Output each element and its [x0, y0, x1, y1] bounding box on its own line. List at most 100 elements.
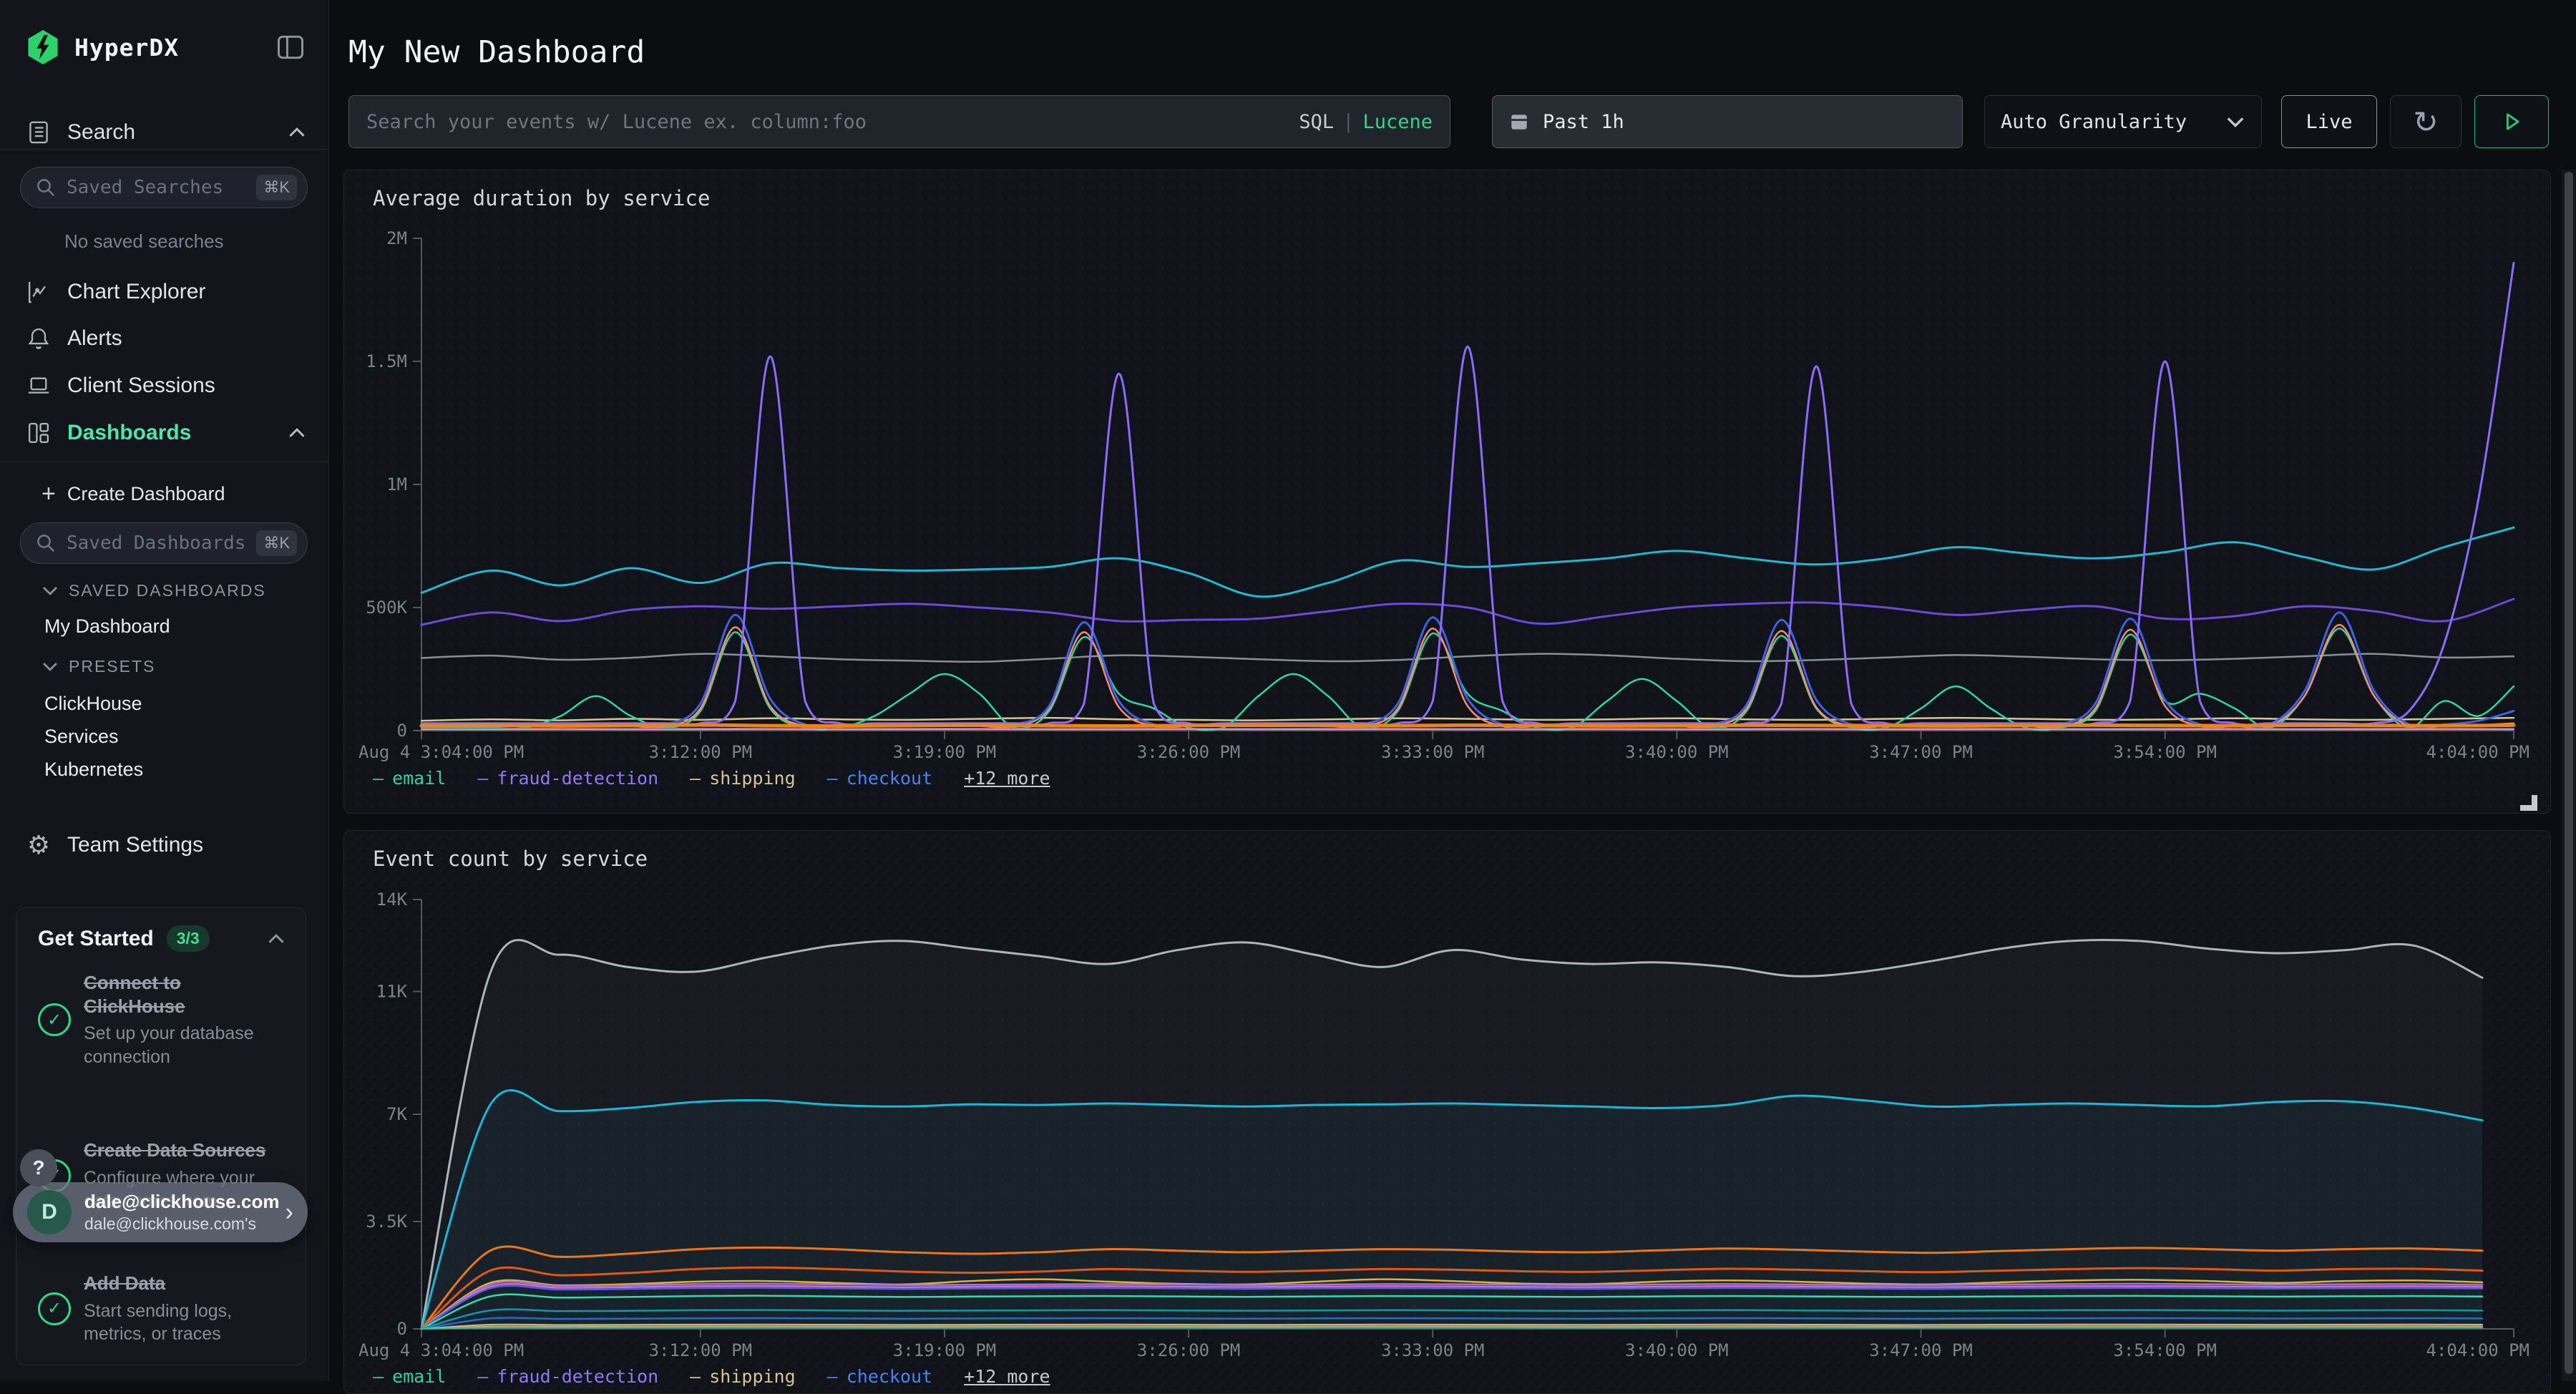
svg-text:4:04:00 PM: 4:04:00 PM — [2426, 1340, 2530, 1360]
section-label: PRESETS — [69, 657, 155, 676]
granularity-select[interactable]: Auto Granularity — [1984, 95, 2262, 148]
legend-label: shipping — [709, 1366, 795, 1387]
sidebar-item-chart-explorer[interactable]: Chart Explorer — [26, 276, 306, 308]
saved-dashboards-input[interactable] — [67, 532, 256, 554]
filter-bar: SQL | Lucene Past 1h Auto Granularity Li… — [329, 95, 2576, 148]
svg-text:500K: 500K — [366, 598, 407, 618]
chart-panel-avg-duration[interactable]: Average duration by service 0500K1M1.5M2… — [343, 170, 2551, 814]
svg-text:3:33:00 PM: 3:33:00 PM — [1381, 1340, 1484, 1360]
calendar-icon — [1508, 111, 1530, 132]
legend-item[interactable]: — email — [373, 768, 446, 789]
svg-text:3:19:00 PM: 3:19:00 PM — [893, 742, 997, 762]
sidebar-item-alerts[interactable]: Alerts — [26, 322, 306, 355]
mode-separator: | — [1342, 111, 1354, 133]
create-dashboard-button[interactable]: + Create Dashboard — [42, 478, 225, 510]
sidebar: HyperDX Search ⌘K No saved searches Char… — [0, 0, 329, 1381]
legend-item[interactable]: — shipping — [690, 1366, 795, 1387]
event-search-input[interactable] — [366, 111, 1299, 133]
legend-item[interactable]: —shipping — [690, 768, 795, 789]
legend-item[interactable]: —checkout — [827, 768, 932, 789]
saved-searches-search[interactable]: ⌘K — [20, 167, 308, 208]
svg-text:1M: 1M — [386, 474, 407, 494]
svg-text:3:40:00 PM: 3:40:00 PM — [1625, 742, 1729, 762]
svg-text:1.5M: 1.5M — [366, 351, 407, 371]
legend-item[interactable]: —checkout — [827, 1366, 932, 1387]
chart-title: Event count by service — [373, 847, 648, 871]
saved-searches-input[interactable] — [67, 177, 256, 198]
chevron-up-icon[interactable] — [288, 427, 306, 439]
get-started-panel: Get Started 3/3 ✓ Connect to ClickHouse … — [16, 907, 306, 1365]
step-title: Create Data Sources — [84, 1139, 270, 1162]
divider — [0, 149, 329, 150]
svg-text:3:26:00 PM: 3:26:00 PM — [1137, 1340, 1241, 1360]
preset-kubernetes[interactable]: Kubernetes — [44, 759, 143, 781]
chevron-down-icon — [2225, 116, 2245, 128]
app-title: HyperDX — [74, 34, 179, 62]
chart-title: Average duration by service — [373, 186, 710, 210]
chevron-up-icon[interactable] — [267, 933, 286, 945]
chevron-up-icon[interactable] — [288, 127, 306, 138]
svg-text:Aug 4 3:04:00 PM: Aug 4 3:04:00 PM — [358, 1340, 524, 1360]
lucene-mode-toggle[interactable]: Lucene — [1362, 111, 1433, 133]
search-panel-icon — [26, 120, 52, 145]
get-started-step-connect[interactable]: ✓ Connect to ClickHouse Set up your data… — [38, 971, 288, 1068]
legend-label: checkout — [847, 1366, 932, 1387]
sidebar-item-label: Alerts — [67, 326, 122, 351]
scrollbar-thumb[interactable] — [2565, 172, 2573, 1374]
main-content: My New Dashboard SQL | Lucene Past 1h Au… — [329, 0, 2576, 1381]
legend-swatch: — — [690, 1366, 701, 1387]
help-button[interactable]: ? — [20, 1149, 57, 1186]
svg-text:11K: 11K — [376, 982, 408, 1002]
run-query-button[interactable] — [2474, 95, 2549, 148]
legend-swatch: — — [373, 1366, 384, 1387]
svg-text:3:33:00 PM: 3:33:00 PM — [1381, 742, 1484, 762]
section-label: SAVED DASHBOARDS — [69, 581, 266, 600]
svg-text:3:54:00 PM: 3:54:00 PM — [2113, 742, 2217, 762]
get-started-step-add-data[interactable]: ✓ Add Data Start sending logs, metrics, … — [38, 1272, 288, 1346]
user-account-chip[interactable]: D dale@clickhouse.com dale@clickhouse.co… — [13, 1182, 308, 1242]
sidebar-collapse-icon[interactable] — [275, 31, 306, 63]
legend-more-link[interactable]: +12 more — [964, 1366, 1050, 1387]
sql-mode-toggle[interactable]: SQL — [1299, 111, 1334, 133]
svg-text:3:40:00 PM: 3:40:00 PM — [1625, 1340, 1729, 1360]
panel-resize-handle[interactable] — [2520, 795, 2537, 811]
svg-text:0: 0 — [397, 721, 407, 741]
legend-swatch: — — [690, 768, 701, 789]
chart-explorer-icon — [26, 279, 52, 305]
search-icon — [35, 532, 57, 554]
sidebar-item-client-sessions[interactable]: Client Sessions — [26, 369, 306, 402]
legend-more-link[interactable]: +12 more — [964, 768, 1050, 789]
preset-services[interactable]: Services — [44, 726, 119, 748]
svg-text:0: 0 — [397, 1319, 407, 1339]
section-saved-dashboards[interactable]: SAVED DASHBOARDS — [42, 581, 266, 600]
logo-row: HyperDX — [26, 27, 306, 67]
chart-legend: —email—fraud-detection—shipping—checkout… — [373, 1366, 1050, 1387]
chart-event-count: 03.5K7K11K14KAug 4 3:04:00 PM3:12:00 PM3… — [358, 882, 2534, 1383]
preset-clickhouse[interactable]: ClickHouse — [44, 693, 142, 715]
chevron-down-icon — [42, 585, 59, 596]
chart-panel-event-count[interactable]: Event count by service 03.5K7K11K14KAug … — [343, 830, 2551, 1394]
legend-item[interactable]: —email — [373, 1366, 446, 1387]
sidebar-item-dashboards[interactable]: Dashboards — [26, 416, 306, 449]
live-button[interactable]: Live — [2281, 95, 2377, 148]
sidebar-item-team-settings[interactable]: ⚙ Team Settings — [26, 829, 306, 862]
saved-dashboards-search[interactable]: ⌘K — [20, 522, 308, 564]
legend-swatch: — — [373, 768, 384, 789]
refresh-button[interactable]: ↻ — [2390, 95, 2462, 148]
event-search-bar[interactable]: SQL | Lucene — [348, 95, 1450, 148]
legend-item[interactable]: —fraud-detection — [477, 768, 658, 789]
page-scrollbar[interactable] — [2562, 170, 2576, 1381]
legend-item[interactable]: —fraud-detection — [477, 1366, 658, 1387]
svg-text:14K: 14K — [376, 889, 408, 910]
legend-label: email — [392, 768, 446, 789]
no-saved-searches-note: No saved searches — [64, 230, 224, 253]
saved-dashboard-my-dashboard[interactable]: My Dashboard — [44, 615, 170, 638]
section-presets[interactable]: PRESETS — [42, 657, 155, 676]
sidebar-item-label: Search — [67, 120, 135, 145]
time-range-picker[interactable]: Past 1h — [1492, 95, 1963, 148]
step-title: Connect to ClickHouse — [84, 971, 263, 1018]
chart-legend: — email —fraud-detection —shipping —checkout… — [373, 768, 1050, 789]
sidebar-item-search[interactable]: Search — [26, 116, 306, 149]
get-started-title: Get Started — [38, 927, 154, 951]
plus-icon: + — [42, 482, 56, 506]
